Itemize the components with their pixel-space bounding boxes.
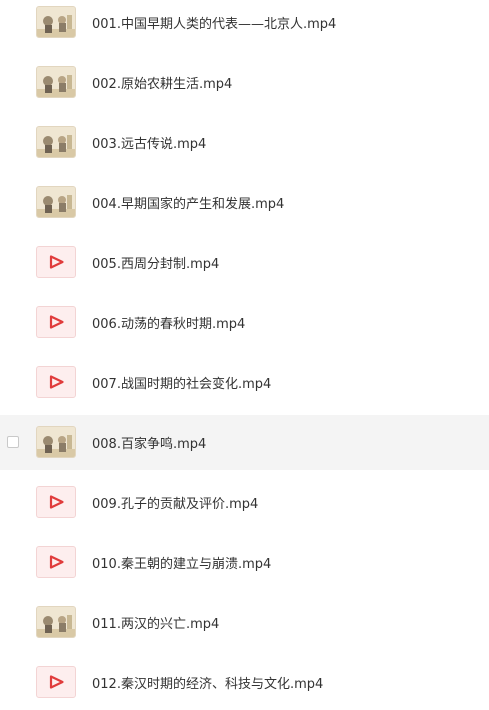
- file-name: 009.孔子的贡献及评价.mp4: [92, 497, 259, 512]
- file-name: 001.中国早期人类的代表——北京人.mp4: [92, 17, 337, 32]
- video-play-icon: [36, 666, 76, 698]
- video-play-icon: [36, 546, 76, 578]
- video-thumbnail-icon: [36, 186, 76, 218]
- file-name: 012.秦汉时期的经济、科技与文化.mp4: [92, 677, 324, 692]
- file-row[interactable]: 011.两汉的兴亡.mp4: [0, 595, 489, 650]
- file-name: 008.百家争鸣.mp4: [92, 437, 207, 452]
- file-name: 006.动荡的春秋时期.mp4: [92, 317, 246, 332]
- video-thumbnail-icon: [36, 426, 76, 458]
- file-row[interactable]: 012.秦汉时期的经济、科技与文化.mp4: [0, 655, 489, 710]
- file-name: 010.秦王朝的建立与崩溃.mp4: [92, 557, 272, 572]
- file-row[interactable]: 007.战国时期的社会变化.mp4: [0, 355, 489, 410]
- file-list: 001.中国早期人类的代表——北京人.mp4 002.原始农耕生活.mp4 003.…: [0, 0, 489, 705]
- file-row[interactable]: 009.孔子的贡献及评价.mp4: [0, 475, 489, 530]
- select-checkbox[interactable]: [7, 436, 19, 448]
- file-row[interactable]: 006.动荡的春秋时期.mp4: [0, 295, 489, 350]
- file-row[interactable]: 005.西周分封制.mp4: [0, 235, 489, 290]
- file-row[interactable]: 010.秦王朝的建立与崩溃.mp4: [0, 535, 489, 590]
- file-row[interactable]: 004.早期国家的产生和发展.mp4: [0, 175, 489, 230]
- file-name: 002.原始农耕生活.mp4: [92, 77, 233, 92]
- file-name: 005.西周分封制.mp4: [92, 257, 220, 272]
- file-name: 011.两汉的兴亡.mp4: [92, 617, 220, 632]
- file-row[interactable]: 001.中国早期人类的代表——北京人.mp4: [0, 0, 489, 50]
- video-thumbnail-icon: [36, 6, 76, 38]
- video-thumbnail-icon: [36, 66, 76, 98]
- file-row[interactable]: 003.远古传说.mp4: [0, 115, 489, 170]
- video-thumbnail-icon: [36, 606, 76, 638]
- file-name: 003.远古传说.mp4: [92, 137, 207, 152]
- video-play-icon: [36, 246, 76, 278]
- file-name: 007.战国时期的社会变化.mp4: [92, 377, 272, 392]
- video-play-icon: [36, 306, 76, 338]
- video-thumbnail-icon: [36, 126, 76, 158]
- file-row[interactable]: 008.百家争鸣.mp4: [0, 415, 489, 470]
- video-play-icon: [36, 486, 76, 518]
- file-row[interactable]: 002.原始农耕生活.mp4: [0, 55, 489, 110]
- video-play-icon: [36, 366, 76, 398]
- file-name: 004.早期国家的产生和发展.mp4: [92, 197, 285, 212]
